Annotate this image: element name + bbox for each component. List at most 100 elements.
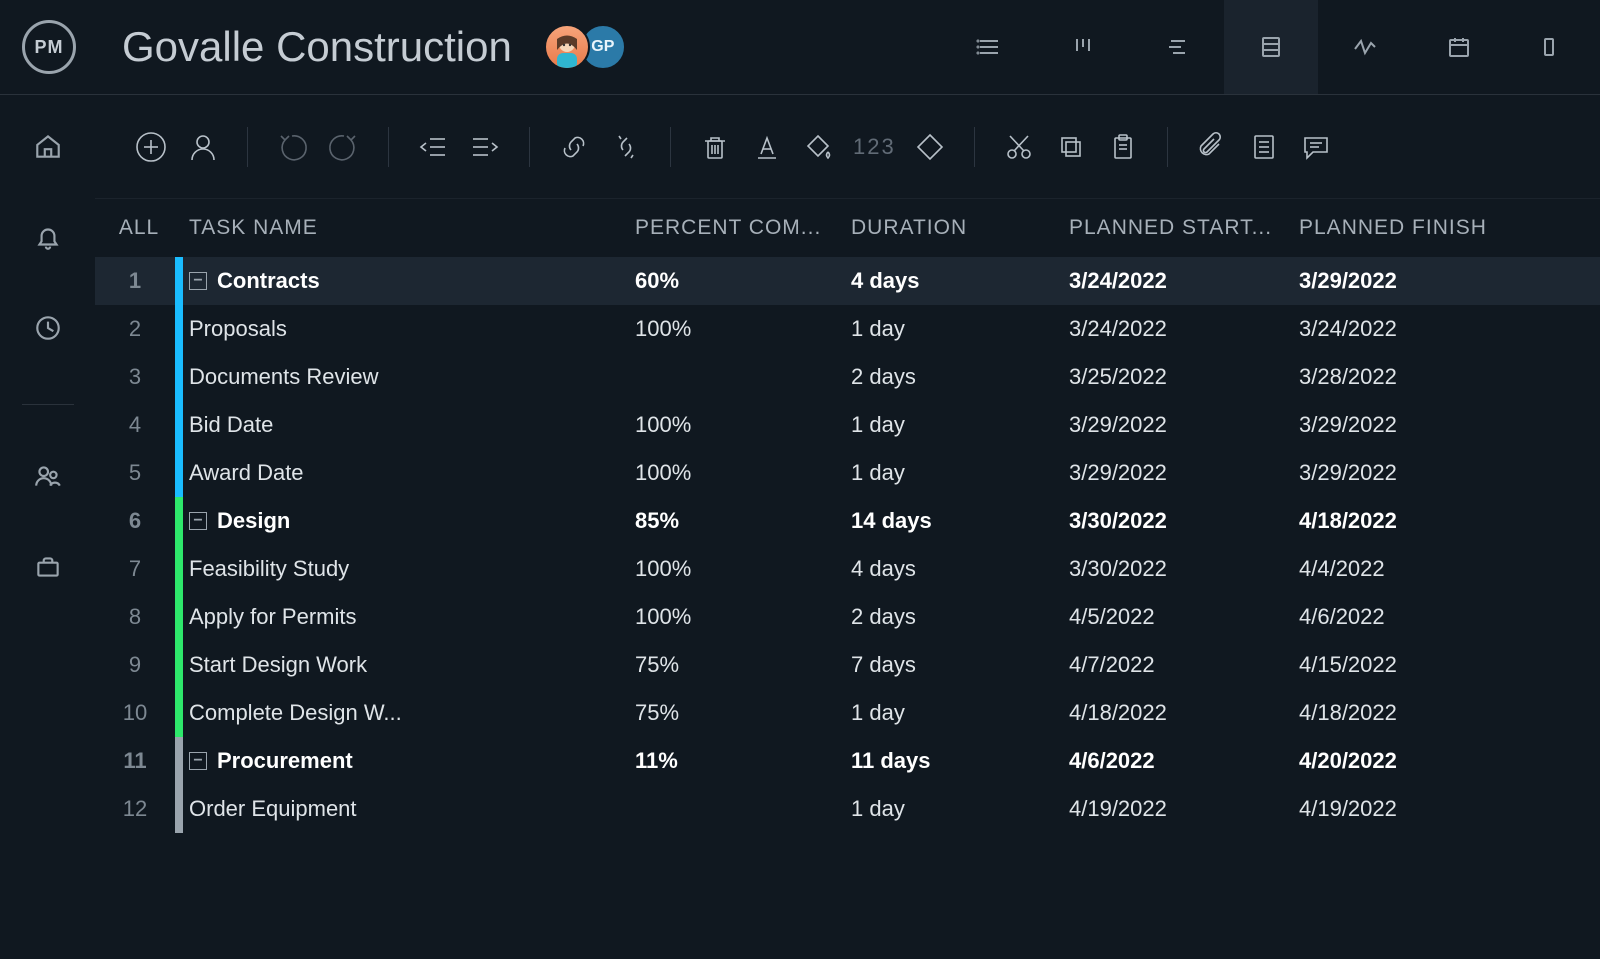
planned-finish-cell[interactable]: 3/29/2022 [1299,268,1529,294]
percent-complete-cell[interactable]: 75% [635,700,851,726]
planned-start-cell[interactable]: 3/24/2022 [1069,268,1299,294]
planned-finish-cell[interactable]: 3/24/2022 [1299,316,1529,342]
planned-finish-cell[interactable]: 3/29/2022 [1299,412,1529,438]
task-name-cell[interactable]: Documents Review [183,364,635,390]
planned-start-cell[interactable]: 4/19/2022 [1069,796,1299,822]
collapse-toggle-icon[interactable]: − [189,752,207,770]
project-members[interactable]: GP [544,24,626,70]
task-name-cell[interactable]: Proposals [183,316,635,342]
row-index[interactable]: 4 [95,412,175,438]
percent-complete-cell[interactable]: 100% [635,316,851,342]
duration-cell[interactable]: 2 days [851,364,1069,390]
planned-finish-cell[interactable]: 4/19/2022 [1299,796,1529,822]
percent-complete-cell[interactable]: 60% [635,268,851,294]
planned-start-cell[interactable]: 4/18/2022 [1069,700,1299,726]
project-title[interactable]: Govalle Construction [122,23,512,71]
view-tab-board[interactable] [1036,0,1130,94]
view-tab-workload[interactable] [1318,0,1412,94]
planned-start-cell[interactable]: 4/7/2022 [1069,652,1299,678]
duration-cell[interactable]: 7 days [851,652,1069,678]
column-header-all[interactable]: ALL [95,216,175,240]
task-row[interactable]: 9Start Design Work75%7 days4/7/20224/15/… [95,641,1600,689]
delete-button[interactable] [693,125,737,169]
row-index[interactable]: 5 [95,460,175,486]
task-name-cell[interactable]: Complete Design W... [183,700,635,726]
planned-start-cell[interactable]: 4/6/2022 [1069,748,1299,774]
planned-start-cell[interactable]: 3/24/2022 [1069,316,1299,342]
column-header-percent[interactable]: PERCENT COM... [635,216,851,240]
planned-start-cell[interactable]: 3/30/2022 [1069,508,1299,534]
planned-finish-cell[interactable]: 4/4/2022 [1299,556,1529,582]
duration-cell[interactable]: 1 day [851,412,1069,438]
undo-button[interactable] [270,125,314,169]
sidebar-notifications-icon[interactable] [33,222,63,257]
task-name-cell[interactable]: Start Design Work [183,652,635,678]
attachment-button[interactable] [1190,125,1234,169]
task-name-cell[interactable]: Apply for Permits [183,604,635,630]
outdent-button[interactable] [411,125,455,169]
assign-button[interactable] [181,125,225,169]
fill-color-button[interactable] [797,125,841,169]
planned-finish-cell[interactable]: 4/18/2022 [1299,508,1529,534]
milestone-button[interactable] [908,125,952,169]
cut-button[interactable] [997,125,1041,169]
indent-button[interactable] [463,125,507,169]
task-name-cell[interactable]: Bid Date [183,412,635,438]
task-name-cell[interactable]: −Design [183,508,635,534]
duration-cell[interactable]: 4 days [851,556,1069,582]
task-row[interactable]: 11−Procurement11%11 days4/6/20224/20/202… [95,737,1600,785]
percent-complete-cell[interactable]: 100% [635,412,851,438]
duration-cell[interactable]: 14 days [851,508,1069,534]
percent-complete-cell[interactable]: 100% [635,604,851,630]
notes-button[interactable] [1242,125,1286,169]
task-row[interactable]: 7Feasibility Study100%4 days3/30/20224/4… [95,545,1600,593]
task-row[interactable]: 1−Contracts60%4 days3/24/20223/29/2022 [95,257,1600,305]
row-index[interactable]: 6 [95,508,175,534]
column-header-planned-start[interactable]: PLANNED START... [1069,216,1299,240]
column-header-task-name[interactable]: TASK NAME [175,216,635,240]
column-header-planned-finish[interactable]: PLANNED FINISH [1299,216,1529,240]
link-button[interactable] [552,125,596,169]
planned-start-cell[interactable]: 4/5/2022 [1069,604,1299,630]
row-index[interactable]: 2 [95,316,175,342]
number-format-button[interactable]: 123 [849,134,900,160]
row-index[interactable]: 10 [95,700,175,726]
column-header-duration[interactable]: DURATION [851,216,1069,240]
row-index[interactable]: 12 [95,796,175,822]
redo-button[interactable] [322,125,366,169]
duration-cell[interactable]: 2 days [851,604,1069,630]
row-index[interactable]: 7 [95,556,175,582]
duration-cell[interactable]: 1 day [851,700,1069,726]
sidebar-recent-icon[interactable] [33,313,63,348]
planned-finish-cell[interactable]: 4/6/2022 [1299,604,1529,630]
row-index[interactable]: 1 [95,268,175,294]
view-tab-list[interactable] [942,0,1036,94]
row-index[interactable]: 3 [95,364,175,390]
percent-complete-cell[interactable]: 100% [635,556,851,582]
sidebar-team-icon[interactable] [33,461,63,496]
planned-finish-cell[interactable]: 3/28/2022 [1299,364,1529,390]
task-name-cell[interactable]: −Contracts [183,268,635,294]
text-color-button[interactable] [745,125,789,169]
app-logo[interactable]: PM [22,20,76,74]
collapse-toggle-icon[interactable]: − [189,272,207,290]
comments-button[interactable] [1294,125,1338,169]
view-tab-sheet[interactable] [1224,0,1318,94]
unlink-button[interactable] [604,125,648,169]
percent-complete-cell[interactable]: 11% [635,748,851,774]
copy-button[interactable] [1049,125,1093,169]
task-row[interactable]: 10Complete Design W...75%1 day4/18/20224… [95,689,1600,737]
view-tab-more[interactable] [1506,0,1600,94]
planned-start-cell[interactable]: 3/29/2022 [1069,460,1299,486]
percent-complete-cell[interactable]: 85% [635,508,851,534]
task-name-cell[interactable]: Order Equipment [183,796,635,822]
sidebar-portfolio-icon[interactable] [33,552,63,587]
task-row[interactable]: 5Award Date100%1 day3/29/20223/29/2022 [95,449,1600,497]
task-row[interactable]: 8Apply for Permits100%2 days4/5/20224/6/… [95,593,1600,641]
planned-finish-cell[interactable]: 3/29/2022 [1299,460,1529,486]
task-name-cell[interactable]: −Procurement [183,748,635,774]
view-tab-gantt[interactable] [1130,0,1224,94]
percent-complete-cell[interactable]: 100% [635,460,851,486]
task-row[interactable]: 4Bid Date100%1 day3/29/20223/29/2022 [95,401,1600,449]
duration-cell[interactable]: 11 days [851,748,1069,774]
